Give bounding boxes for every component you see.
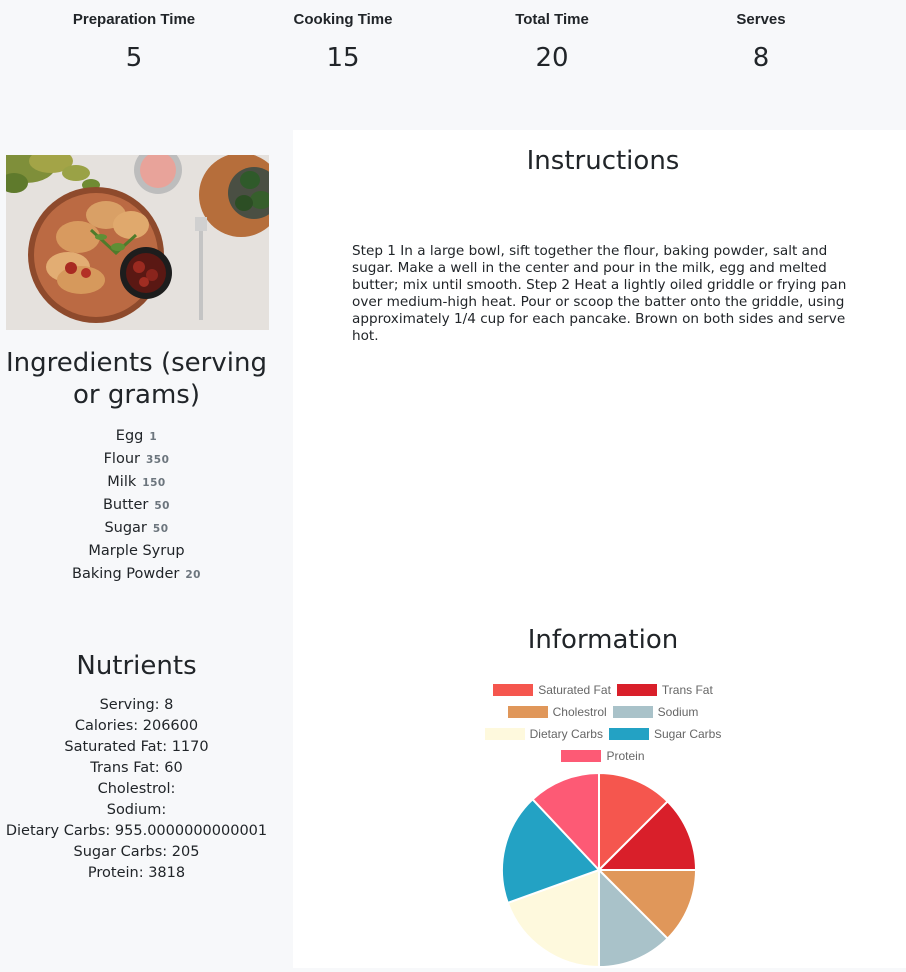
legend-row: Cholestrol Sodium — [453, 701, 753, 723]
stat-value: 15 — [326, 43, 360, 73]
stat-value: 8 — [752, 43, 770, 73]
legend-swatch — [507, 706, 548, 718]
stat-label: Total Time — [515, 11, 589, 28]
ingredient-item: Butter 50 — [0, 494, 273, 517]
stat-value: 20 — [535, 43, 569, 73]
legend-row: Dietary Carbs Sugar Carbs — [453, 723, 753, 745]
instructions-text: Step 1 In a large bowl, sift together th… — [352, 243, 847, 344]
instructions-title: Instructions — [526, 146, 680, 176]
stat-label: Cooking Time — [293, 11, 393, 28]
ingredient-item: Flour 350 — [0, 448, 273, 471]
ingredient-item: Marple Syrup — [0, 540, 273, 563]
ingredient-quantity: 350 — [145, 454, 170, 466]
ingredient-quantity: 20 — [185, 569, 201, 581]
legend-label: Saturated Fat — [538, 683, 611, 697]
recipe-main-panel: Instructions Step 1 In a large bowl, sif… — [293, 130, 906, 969]
nutrient-pie-chart — [501, 772, 698, 969]
legend-label: Dietary Carbs — [529, 727, 603, 741]
legend-item[interactable]: Trans Fat — [616, 679, 713, 701]
ingredients-title: Ingredients (serving or grams) — [6, 348, 267, 410]
ingredient-item: Sugar 50 — [0, 517, 273, 540]
legend-swatch — [616, 684, 657, 696]
legend-item[interactable]: Protein — [561, 745, 645, 767]
legend-label: Sugar Carbs — [653, 727, 722, 741]
legend-label: Cholestrol — [552, 705, 607, 719]
nutrient-item: Sodium: — [106, 802, 167, 818]
ingredient-name: Egg — [115, 428, 144, 444]
legend-item[interactable]: Sugar Carbs — [608, 723, 722, 745]
legend-swatch — [484, 728, 525, 740]
ingredient-name: Marple Syrup — [88, 543, 185, 559]
nutrient-item: Saturated Fat: 1170 — [64, 739, 209, 755]
legend-label: Trans Fat — [661, 683, 713, 697]
legend-item[interactable]: Cholestrol — [507, 701, 607, 723]
nutrient-item: Cholestrol: — [97, 781, 176, 797]
legend-swatch — [493, 684, 534, 696]
nutrient-item: Dietary Carbs: 955.0000000000001 — [5, 823, 268, 839]
nutrient-item: Calories: 206600 — [74, 718, 199, 734]
ingredient-quantity: 1 — [149, 431, 158, 443]
legend-item[interactable]: Dietary Carbs — [484, 723, 603, 745]
ingredient-item: Egg 1 — [0, 425, 273, 448]
ingredient-name: Milk — [107, 474, 137, 490]
recipe-photo — [6, 155, 269, 330]
legend-label: Protein — [606, 749, 645, 763]
ingredient-name: Butter — [102, 497, 149, 513]
recipe-sidebar: Ingredients (serving or grams) Egg 1 Flour… — [0, 130, 293, 968]
nutrients-title: Nutrients — [76, 651, 197, 681]
legend-row: Saturated Fat Trans Fat — [453, 679, 753, 701]
legend-swatch — [612, 706, 653, 718]
nutrient-item: Protein: 3818 — [87, 865, 186, 881]
stat-value: 5 — [125, 43, 143, 73]
nutrient-item: Serving: 8 — [99, 697, 174, 713]
ingredient-name: Flour — [103, 451, 140, 467]
information-title: Information — [527, 625, 679, 655]
legend-item[interactable]: Saturated Fat — [493, 679, 611, 701]
nutrients-list: Serving: 8 Calories: 206600 Saturated Fat:… — [0, 695, 273, 884]
ingredient-quantity: 50 — [154, 500, 170, 512]
ingredient-quantity: 50 — [152, 523, 169, 535]
recipe-stats-bar: Preparation Time 5 Cooking Time 15 Total… — [0, 0, 906, 130]
pancake-photo-illustration — [6, 155, 269, 330]
ingredients-list: Egg 1 Flour 350 Milk 150 Butter 50 Sugar 50 Marple… — [0, 425, 273, 586]
ingredient-quantity: 150 — [142, 477, 166, 489]
ingredient-name: Baking Powder — [72, 566, 180, 582]
ingredient-item: Milk 150 — [0, 471, 273, 494]
legend-row: Protein — [453, 745, 753, 767]
ingredient-item: Baking Powder 20 — [0, 563, 273, 586]
legend-swatch — [608, 728, 649, 740]
legend-swatch — [561, 750, 602, 762]
stat-label: Serves — [736, 11, 786, 28]
legend-item[interactable]: Sodium — [612, 701, 699, 723]
ingredient-name: Sugar — [104, 520, 147, 536]
nutrient-item: Sugar Carbs: 205 — [73, 844, 200, 860]
stat-label: Preparation Time — [72, 11, 196, 28]
nutrient-item: Trans Fat: 60 — [90, 760, 183, 776]
chart-legend: Saturated Fat Trans Fat Cholestrol Sodium Di… — [453, 679, 753, 767]
legend-label: Sodium — [657, 705, 699, 719]
